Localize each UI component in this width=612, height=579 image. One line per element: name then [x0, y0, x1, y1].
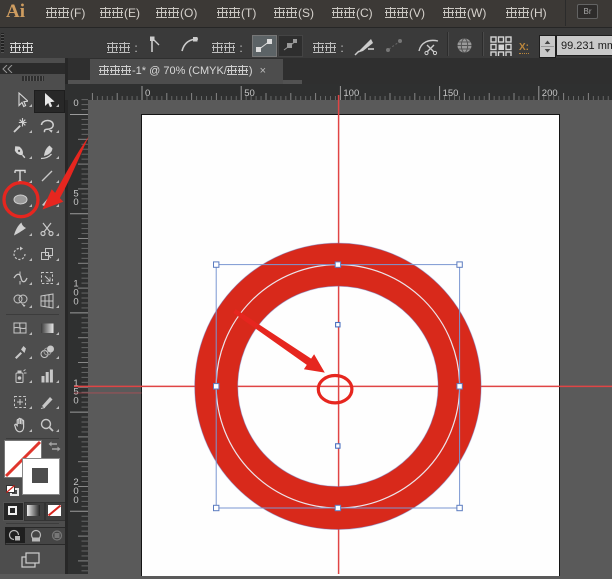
svg-text:0: 0 [73, 396, 78, 407]
svg-text:50: 50 [244, 88, 255, 99]
svg-text:0: 0 [73, 296, 78, 307]
svg-text:0: 0 [73, 495, 78, 506]
svg-text:0: 0 [73, 197, 78, 208]
svg-text:0: 0 [145, 88, 150, 99]
svg-text:200: 200 [542, 88, 558, 99]
svg-text:100: 100 [343, 88, 359, 99]
svg-text:150: 150 [443, 88, 459, 99]
svg-text:0: 0 [73, 98, 78, 109]
